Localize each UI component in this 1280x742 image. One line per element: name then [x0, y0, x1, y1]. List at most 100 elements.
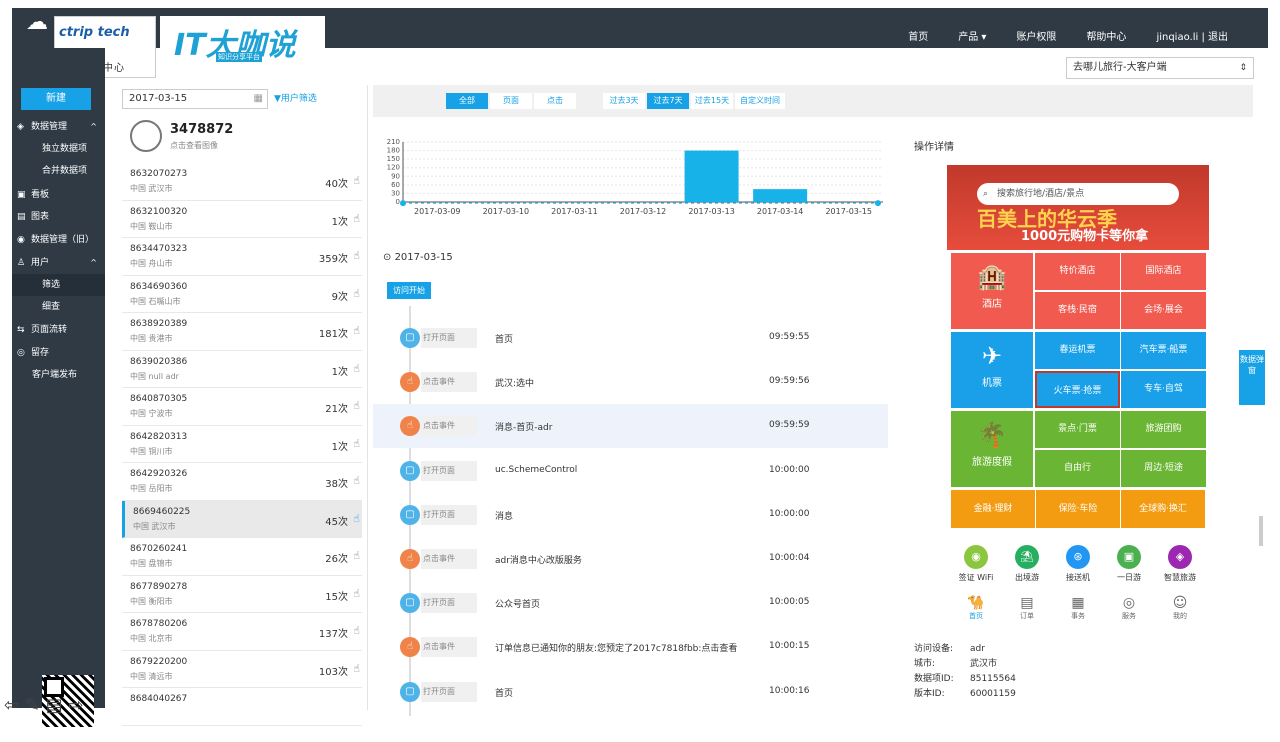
list-item[interactable]: 8678780206 中国 北京市 137次 ☝ — [122, 613, 362, 651]
service-cell[interactable]: 汽车票·船票 — [1121, 332, 1206, 369]
sidebar-item[interactable]: ◈ 数据管理 ^ — [12, 116, 105, 138]
tab-item[interactable]: ▦ 事务 — [1053, 595, 1103, 621]
list-item[interactable]: 8634690360 中国 石嘴山市 9次 ☝ — [122, 276, 362, 313]
nav-user-logout[interactable]: jinqiao.li | 退出 — [1156, 28, 1228, 43]
timeline-row[interactable]: ▢ 打开页面 首页 09:59:55 — [373, 316, 888, 360]
hand-pointer-icon[interactable]: ☝ — [353, 624, 360, 637]
list-item[interactable]: 8642820313 中国 铜川市 1次 ☝ — [122, 426, 362, 463]
service-cell[interactable]: 旅游团购 — [1121, 411, 1206, 448]
list-item[interactable]: 8640870305 中国 宁波市 21次 ☝ — [122, 388, 362, 426]
menu-icon[interactable]: ▤ — [46, 695, 63, 716]
sidebar-item[interactable]: ◎ 留存 — [12, 342, 105, 364]
service-main[interactable]: 🌴 旅游度假 — [951, 411, 1033, 487]
hand-pointer-icon[interactable]: ☝ — [353, 249, 360, 262]
service-cell[interactable]: 火车票·抢票 — [1035, 371, 1120, 408]
date-picker[interactable]: 2017-03-15 ▦ — [122, 89, 268, 109]
service-cell[interactable]: 特价酒店 — [1035, 253, 1120, 290]
timeline-row[interactable]: ▢ 打开页面 公众号首页 10:00:05 — [373, 581, 888, 625]
hand-pointer-icon[interactable]: ☝ — [353, 287, 360, 300]
list-item[interactable]: 8638920389 中国 贵港市 181次 ☝ — [122, 313, 362, 351]
global-shop-cell[interactable]: 全球购·换汇 — [1121, 490, 1205, 528]
hand-pointer-icon[interactable]: ☝ — [353, 212, 360, 225]
list-item[interactable]: 8632070273 中国 武汉市 40次 ☝ — [122, 163, 362, 201]
nav-account[interactable]: 账户权限 — [1016, 28, 1056, 43]
sidebar-item[interactable]: ⇆ 页面流转 — [12, 319, 105, 341]
history-packages-link[interactable]: 历史安装包 — [46, 731, 86, 742]
service-main[interactable]: ✈ 机票 — [951, 332, 1033, 408]
back-icon[interactable]: ⇦ — [4, 695, 19, 716]
list-item[interactable]: 8670260241 中国 盘锦市 26次 ☝ — [122, 538, 362, 576]
service-cell[interactable]: 会场·展会 — [1121, 292, 1206, 329]
new-button[interactable]: 新建 — [21, 88, 91, 110]
sidebar-item[interactable]: ▣ 看板 — [12, 184, 105, 206]
nav-help[interactable]: 帮助中心 — [1086, 28, 1126, 43]
timeline-row[interactable]: ☝ 点击事件 消息-首页-adr 09:59:59 — [373, 404, 888, 449]
timeline-row[interactable]: ▢ 打开页面 uc.SchemeControl 10:00:00 — [373, 449, 888, 493]
pen-icon[interactable]: ✎ — [25, 695, 40, 716]
sidebar-item[interactable]: ▤ 图表 — [12, 206, 105, 228]
service-cell[interactable]: 周边·短途 — [1121, 450, 1206, 487]
timeline-row[interactable]: ▢ 打开页面 首页 10:00:16 — [373, 670, 888, 714]
sidebar-item[interactable]: 细查 — [12, 296, 105, 318]
insurance-cell[interactable]: 保险·车险 — [1036, 490, 1120, 528]
hand-pointer-icon[interactable]: ☝ — [353, 362, 360, 375]
hand-pointer-icon[interactable]: ☝ — [353, 174, 360, 187]
tab-item[interactable]: ☺ 我的 — [1155, 595, 1205, 621]
hand-pointer-icon[interactable]: ☝ — [353, 324, 360, 337]
list-item[interactable]: 8684040267 — [122, 688, 362, 726]
seg-all[interactable]: 全部 — [446, 93, 488, 109]
range-custom[interactable]: 自定义时间 — [735, 93, 785, 109]
nav-product[interactable]: 产品 ▾ — [958, 28, 986, 43]
sidebar-item[interactable]: 独立数据项 — [12, 138, 105, 160]
seg-click[interactable]: 点击 — [534, 93, 576, 109]
quick-icon-item[interactable]: ⛱ 出境游 — [1002, 545, 1052, 583]
list-item[interactable]: 8632100320 中国 鞍山市 1次 ☝ — [122, 201, 362, 238]
quick-icon-item[interactable]: ▣ 一日游 — [1104, 545, 1154, 583]
range-3d[interactable]: 过去3天 — [603, 93, 645, 109]
hand-pointer-icon[interactable]: ☝ — [353, 474, 360, 487]
timeline-row[interactable]: ☝ 点击事件 adr消息中心改版服务 10:00:04 — [373, 537, 888, 581]
quick-icon-item[interactable]: ⊛ 接送机 — [1053, 545, 1103, 583]
hand-pointer-icon[interactable]: ☝ — [353, 662, 360, 675]
list-item[interactable]: 8634470323 中国 舟山市 359次 ☝ — [122, 238, 362, 276]
list-item[interactable]: 8642920326 中国 岳阳市 38次 ☝ — [122, 463, 362, 501]
service-cell[interactable]: 专车·自驾 — [1121, 371, 1206, 408]
scrollbar[interactable] — [1259, 516, 1263, 546]
list-item[interactable]: 8639020386 中国 null adr 1次 ☝ — [122, 351, 362, 388]
user-header[interactable]: 3478872 点击查看图像 — [122, 120, 362, 160]
hand-pointer-icon[interactable]: ☝ — [353, 399, 360, 412]
sidebar-item[interactable]: 筛选 — [12, 274, 105, 296]
app-select[interactable]: 去哪儿旅行-大客户端 ⇕ — [1066, 57, 1254, 79]
sidebar-item[interactable]: ◉ 数据管理（旧） — [12, 229, 105, 251]
list-item[interactable]: 8677890278 中国 衡阳市 15次 ☝ — [122, 576, 362, 613]
quick-icon-item[interactable]: ◉ 签证 WiFi — [951, 545, 1001, 583]
service-cell[interactable]: 自由行 — [1035, 450, 1120, 487]
tab-item[interactable]: ◎ 服务 — [1104, 595, 1154, 621]
hand-pointer-icon[interactable]: ☝ — [353, 587, 360, 600]
nav-home[interactable]: 首页 — [908, 28, 928, 43]
tab-item[interactable]: 🐪 首页 — [951, 595, 1001, 621]
service-cell[interactable]: 国际酒店 — [1121, 253, 1206, 290]
hand-pointer-icon[interactable]: ☝ — [353, 512, 360, 525]
hand-pointer-icon[interactable]: ☝ — [353, 549, 360, 562]
range-15d[interactable]: 过去15天 — [691, 93, 733, 109]
quick-icon-item[interactable]: ◈ 智慧旅游 — [1155, 545, 1205, 583]
service-cell[interactable]: 春运机票 — [1035, 332, 1120, 369]
timeline-row[interactable]: ☝ 点击事件 订单信息已通知你的朋友:您预定了2017c7818fbb:点击查看 10… — [373, 625, 888, 669]
timeline-row[interactable]: ▢ 打开页面 消息 10:00:00 — [373, 493, 888, 537]
search-input[interactable]: ⌕ 搜索旅行地/酒店/景点 — [977, 183, 1179, 205]
seg-page[interactable]: 页面 — [490, 93, 532, 109]
list-item[interactable]: 8669460225 中国 武汉市 45次 ☝ — [122, 500, 362, 538]
hand-pointer-icon[interactable]: ☝ — [353, 437, 360, 450]
forward-icon[interactable]: ⇨ — [68, 695, 83, 716]
service-main[interactable]: 🏨 酒店 — [951, 253, 1033, 329]
finance-cell[interactable]: 金融·理财 — [951, 490, 1035, 528]
list-item[interactable]: 8679220200 中国 清远市 103次 ☝ — [122, 651, 362, 688]
user-filter-button[interactable]: ▼用户筛选 — [274, 91, 317, 104]
service-cell[interactable]: 客栈·民宿 — [1035, 292, 1120, 329]
service-cell[interactable]: 景点·门票 — [1035, 411, 1120, 448]
data-popup-tab[interactable]: 数据弹窗 — [1239, 350, 1265, 405]
timeline-row[interactable]: ☝ 点击事件 武汉:选中 09:59:56 — [373, 360, 888, 404]
sidebar-item[interactable]: ♙ 用户 ^ — [12, 252, 105, 274]
tab-item[interactable]: ▤ 订单 — [1002, 595, 1052, 621]
